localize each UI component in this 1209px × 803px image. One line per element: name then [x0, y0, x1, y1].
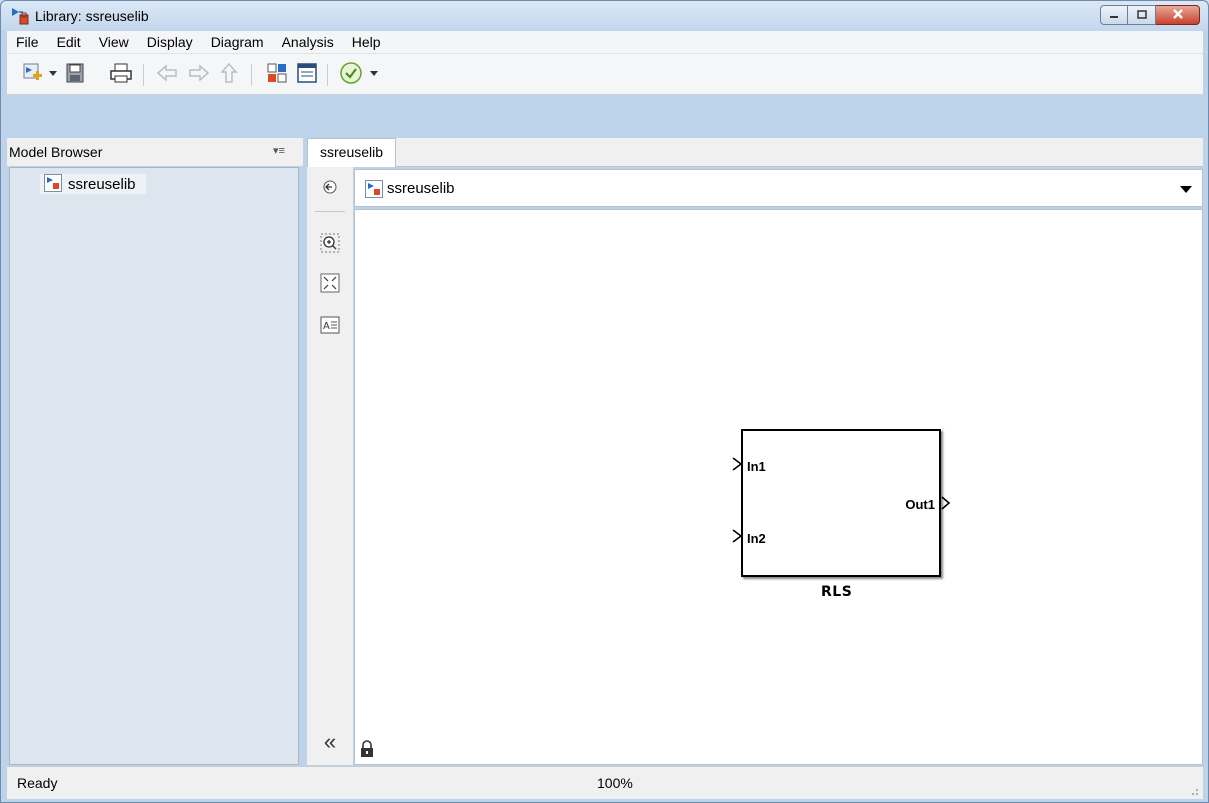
- menu-help[interactable]: Help: [343, 31, 390, 53]
- menu-file[interactable]: File: [7, 31, 48, 53]
- menu-diagram[interactable]: Diagram: [202, 31, 273, 53]
- library-model-icon: [44, 173, 62, 195]
- tree-item-ssreuselib[interactable]: ssreuselib: [40, 173, 146, 195]
- canvas-tools-column: A «: [307, 167, 353, 765]
- address-path: ssreuselib: [387, 180, 455, 197]
- model-canvas[interactable]: In1 In2 Out1 RLS: [354, 209, 1203, 765]
- minimize-button[interactable]: [1100, 5, 1128, 25]
- tab-strip: ssreuselib: [307, 138, 1203, 167]
- annotation-icon: A: [320, 316, 340, 337]
- status-bar: Ready 100%: [7, 766, 1203, 799]
- double-chevron-left-icon: «: [323, 729, 337, 754]
- model-browser-menu-icon[interactable]: ▾≡: [273, 144, 285, 157]
- output-port-arrow: [941, 496, 951, 510]
- library-browser-button[interactable]: [265, 62, 289, 86]
- maximize-icon: [1136, 7, 1148, 23]
- input-port-arrow: [732, 529, 743, 543]
- menu-bar: File Edit View Display Diagram Analysis …: [7, 31, 1203, 53]
- svg-text:A: A: [323, 321, 330, 332]
- toolbar-separator: [327, 64, 328, 86]
- back-button[interactable]: [155, 62, 179, 86]
- forward-arrow-icon: [188, 63, 210, 85]
- status-text: Ready: [17, 775, 58, 791]
- model-browser-title: Model Browser: [9, 144, 103, 160]
- close-icon: [1171, 7, 1185, 23]
- library-model-icon: [365, 180, 383, 201]
- model-browser-header: Model Browser ▾≡: [7, 138, 303, 166]
- print-button[interactable]: [109, 62, 133, 86]
- address-bar[interactable]: ssreuselib: [354, 169, 1203, 207]
- collapse-panel-button[interactable]: «: [319, 731, 341, 753]
- port-arrows: [732, 457, 951, 543]
- input-port-arrow: [732, 457, 743, 471]
- lock-icon[interactable]: [359, 740, 375, 761]
- tree-item-label: ssreuselib: [68, 175, 136, 193]
- tools-separator: [315, 211, 345, 212]
- menu-analysis[interactable]: Analysis: [273, 31, 343, 53]
- check-icon: [339, 61, 363, 88]
- minimize-icon: [1108, 7, 1120, 23]
- fit-to-view-icon: [320, 273, 340, 296]
- save-button[interactable]: [63, 62, 87, 86]
- new-model-icon: [22, 62, 44, 87]
- back-arrow-icon: [156, 63, 178, 85]
- model-explorer-icon: [296, 62, 318, 87]
- library-icon: [11, 7, 29, 25]
- forward-button[interactable]: [187, 62, 211, 86]
- toolbar-separator: [251, 64, 252, 86]
- close-button[interactable]: [1156, 5, 1200, 25]
- resize-grip-icon[interactable]: [1187, 783, 1199, 795]
- address-dropdown-icon[interactable]: [1180, 186, 1192, 193]
- toolbar: [7, 53, 1203, 95]
- navigate-back-icon: [323, 180, 337, 197]
- model-explorer-button[interactable]: [295, 62, 319, 86]
- window-title: Library: ssreuselib: [35, 8, 149, 24]
- menu-display[interactable]: Display: [138, 31, 202, 53]
- annotation-button[interactable]: A: [319, 315, 341, 337]
- up-button[interactable]: [217, 62, 241, 86]
- hide-explorer-button[interactable]: [319, 177, 341, 199]
- fit-to-view-button[interactable]: [319, 273, 341, 295]
- check-button[interactable]: [339, 61, 363, 88]
- save-icon: [65, 62, 85, 87]
- library-browser-icon: [266, 62, 288, 87]
- new-model-button[interactable]: [21, 62, 45, 86]
- application-window: Library: ssreuselib File Edit View Displ…: [0, 0, 1209, 803]
- check-dropdown[interactable]: [370, 71, 378, 76]
- toolbar-separator: [143, 64, 144, 86]
- maximize-button[interactable]: [1128, 5, 1156, 25]
- menu-view[interactable]: View: [90, 31, 138, 53]
- zoom-level: 100%: [597, 775, 633, 791]
- zoom-button[interactable]: [319, 233, 341, 255]
- new-model-dropdown[interactable]: [49, 71, 57, 76]
- up-arrow-icon: [220, 62, 238, 87]
- zoom-in-icon: [320, 233, 340, 256]
- model-browser-panel: ssreuselib: [9, 167, 299, 765]
- block-name-label: RLS: [821, 584, 853, 600]
- window-controls: [1100, 5, 1200, 25]
- tab-ssreuselib[interactable]: ssreuselib: [307, 138, 397, 167]
- print-icon: [109, 62, 133, 87]
- title-bar: Library: ssreuselib: [1, 1, 1208, 31]
- menu-edit[interactable]: Edit: [48, 31, 90, 53]
